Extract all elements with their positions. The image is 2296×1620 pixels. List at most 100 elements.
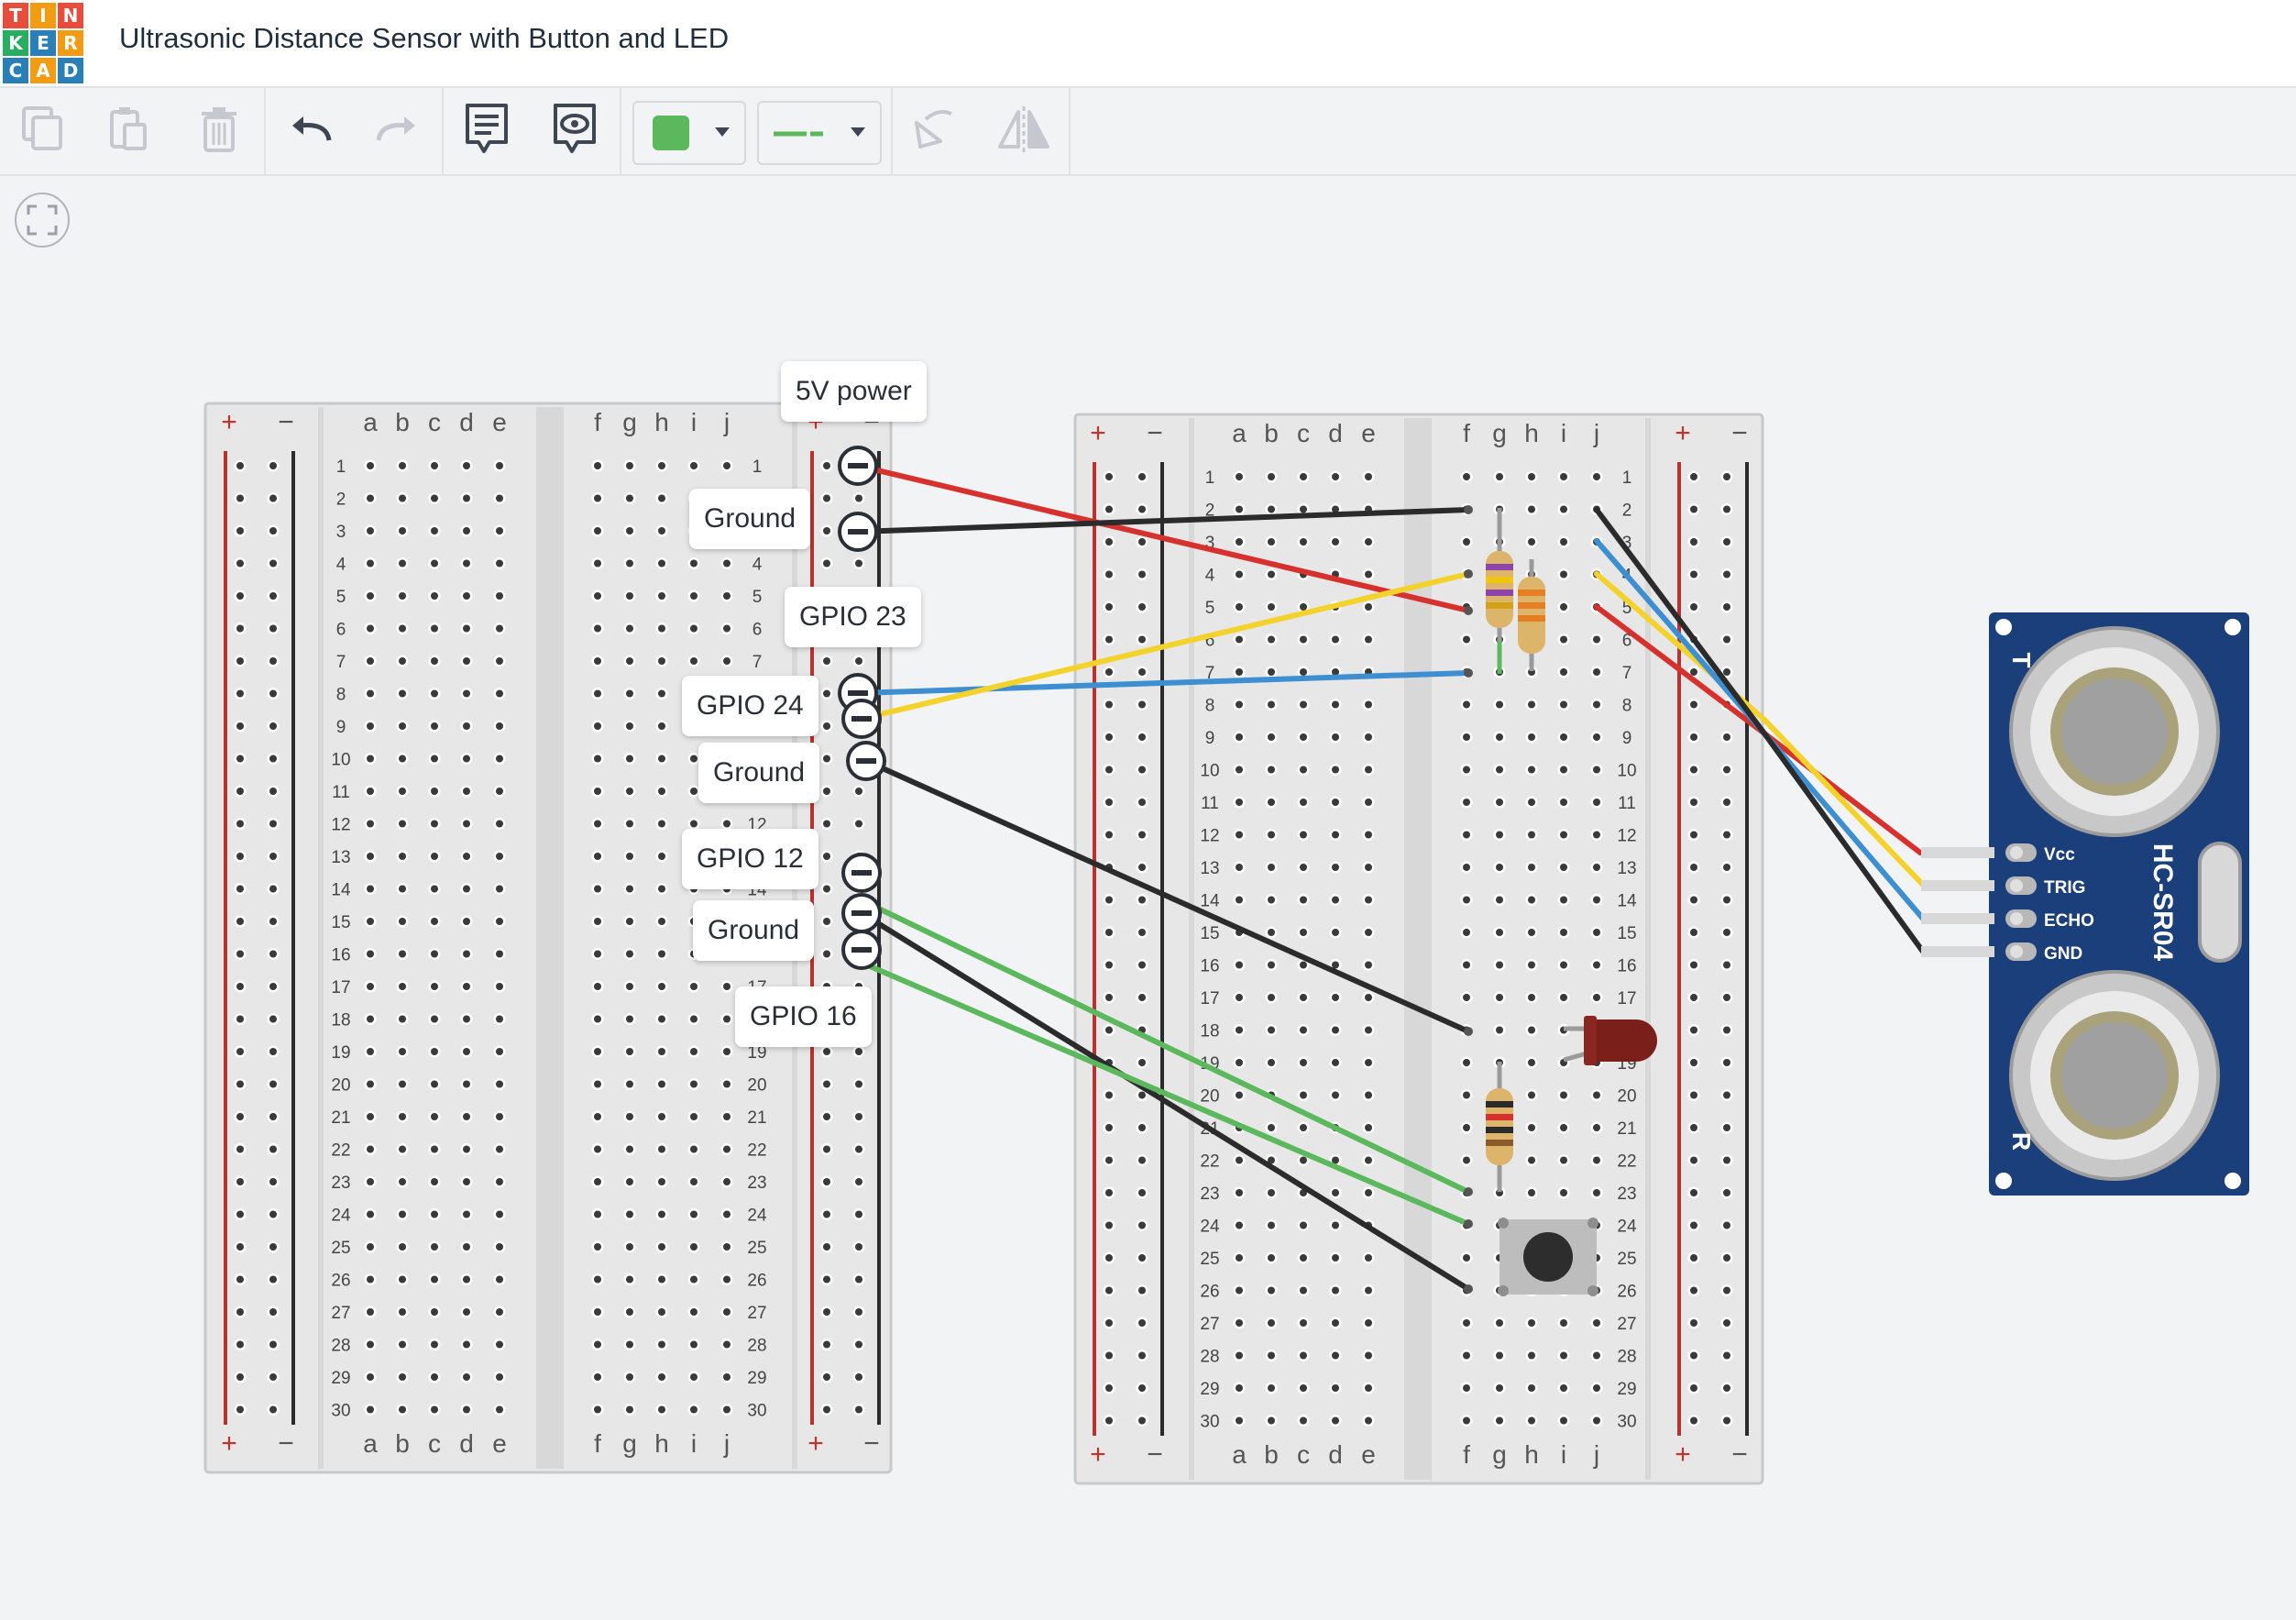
mirror-icon[interactable]: [992, 97, 1056, 161]
hole: [720, 1404, 733, 1416]
row-number: 30: [747, 1402, 766, 1421]
sensor-pin-label: TRIG: [2044, 878, 2085, 898]
hole: [364, 753, 377, 765]
hole: [431, 918, 438, 925]
hole: [623, 753, 636, 765]
hole: [690, 983, 698, 990]
hole: [1557, 568, 1570, 580]
hole: [399, 1373, 406, 1381]
hole: [367, 820, 374, 828]
column-label: j: [723, 1429, 730, 1458]
hole: [591, 915, 604, 928]
color-picker[interactable]: [632, 101, 746, 165]
rail-hole: [269, 559, 277, 568]
hole: [1593, 929, 1600, 936]
rail-hole: [234, 655, 247, 667]
hole: [594, 788, 601, 795]
power-label[interactable]: 5V power: [781, 361, 927, 422]
hole: [1329, 1186, 1342, 1199]
rail-hole: [852, 1078, 865, 1090]
copy-icon[interactable]: [11, 97, 75, 161]
mount-hole: [1995, 1173, 2012, 1189]
row-number: 2: [1622, 501, 1632, 521]
hole: [1463, 570, 1470, 579]
hole: [626, 950, 633, 958]
rail-hole: [852, 1110, 865, 1123]
hole: [428, 915, 441, 928]
hole: [623, 1045, 636, 1058]
rail-hole: [1103, 1024, 1115, 1036]
notes-visibility-icon[interactable]: [543, 97, 607, 161]
hole: [594, 1113, 601, 1120]
undo-icon[interactable]: [279, 97, 343, 161]
column-label: c: [428, 1429, 441, 1458]
rail-hole: [1105, 1059, 1113, 1066]
hole: [1557, 1121, 1570, 1134]
tinkercad-logo[interactable]: TINKERCAD: [3, 3, 83, 83]
rail-hole: [1105, 733, 1113, 741]
redo-icon[interactable]: [365, 97, 429, 161]
hole: [1590, 535, 1603, 548]
rail-hole: [1723, 1286, 1730, 1295]
gpio16-label[interactable]: GPIO 16: [735, 986, 872, 1047]
notes-icon[interactable]: [455, 97, 519, 161]
line-style-picker[interactable]: [757, 101, 882, 165]
hole: [1365, 864, 1372, 871]
rail-plus-label: +: [1675, 1439, 1691, 1470]
hole: [1329, 1350, 1342, 1361]
hole: [1233, 1219, 1246, 1231]
hole: [1590, 666, 1603, 678]
hole: [1265, 796, 1278, 809]
rail-hole: [1136, 959, 1148, 971]
hole: [1590, 634, 1603, 645]
hole: [658, 950, 665, 958]
fit-view-button[interactable]: [15, 193, 70, 248]
paste-icon[interactable]: [97, 97, 161, 161]
sensor-pin: [1921, 946, 1994, 957]
gpio12-label[interactable]: GPIO 12: [682, 829, 818, 889]
ground-label[interactable]: Ground: [689, 489, 811, 549]
hole: [493, 1404, 506, 1416]
ground-label[interactable]: Ground: [693, 900, 815, 961]
hole: [623, 1143, 636, 1155]
wire-red: [1594, 604, 1955, 855]
design-title[interactable]: Ultrasonic Distance Sensor with Button a…: [119, 22, 729, 55]
hole: [1460, 1186, 1473, 1199]
hole: [364, 850, 377, 863]
rail-hole: [1136, 470, 1148, 483]
hole: [1332, 799, 1339, 806]
rail-hole: [823, 950, 830, 958]
row-number: 28: [1200, 1348, 1219, 1367]
hole: [1297, 926, 1310, 939]
delete-icon[interactable]: [187, 97, 251, 161]
hole: [496, 853, 503, 860]
rail-hole: [1687, 470, 1700, 483]
hole: [460, 557, 473, 569]
hole: [1557, 861, 1570, 874]
gpio24-label[interactable]: GPIO 24: [682, 676, 818, 736]
hole: [1362, 764, 1375, 776]
hole: [460, 1013, 473, 1025]
rail-hole: [267, 1404, 280, 1416]
resistor-band: [1518, 602, 1545, 609]
rail-hole: [234, 492, 247, 504]
rail-hole: [1103, 894, 1115, 906]
column-label: f: [594, 1429, 601, 1458]
hole: [367, 853, 374, 860]
hole: [367, 592, 374, 600]
row-number: 10: [331, 751, 350, 770]
hole: [1496, 994, 1503, 1001]
hole: [1265, 1415, 1278, 1427]
rotate-icon[interactable]: [900, 97, 964, 161]
hole: [1233, 503, 1246, 515]
ground-label[interactable]: Ground: [698, 743, 820, 803]
gpio23-label[interactable]: GPIO 23: [785, 587, 921, 647]
circuit-canvas[interactable]: +−+−abcdefghij+−+−abcdefghij112233445566…: [0, 0, 2296, 1620]
hole: [1496, 1059, 1503, 1066]
hole: [1560, 1124, 1567, 1131]
hole: [364, 557, 377, 569]
hole: [496, 462, 503, 469]
hole: [1590, 764, 1603, 776]
hole: [723, 1243, 731, 1251]
row-number: 28: [331, 1337, 350, 1356]
